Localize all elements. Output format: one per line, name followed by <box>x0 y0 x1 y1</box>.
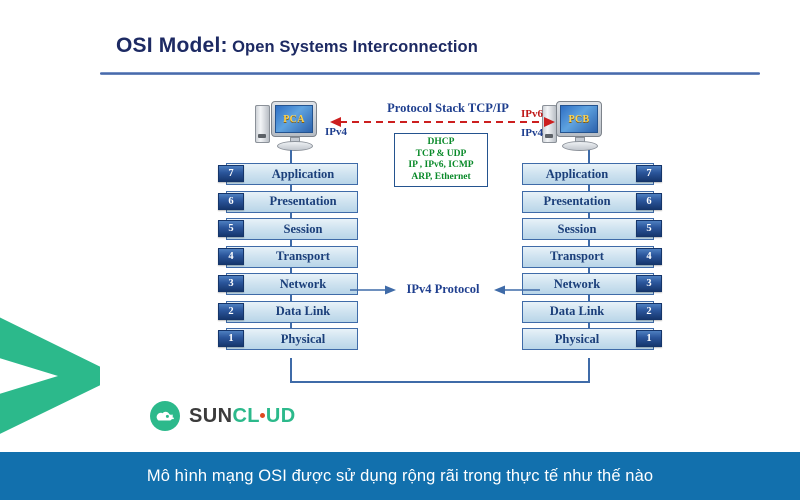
osi-layer-label: Transport <box>550 249 604 263</box>
osi-stack-left: Application 7 Presentation 6 Session 5 T… <box>218 163 358 356</box>
pc-screen: PCA <box>275 105 313 133</box>
osi-layer-label: Presentation <box>543 194 611 208</box>
osi-layer-number: 5 <box>218 220 244 237</box>
protocol-stack-arrow-icon <box>330 115 555 129</box>
osi-layer-row[interactable]: Physical 1 <box>218 328 358 350</box>
page-title: OSI Model: Open Systems Interconnection <box>116 34 478 58</box>
osi-layer-row[interactable]: Presentation 6 <box>522 190 662 213</box>
osi-layer-row[interactable]: Presentation 6 <box>218 190 358 213</box>
title-divider <box>100 72 760 75</box>
cloud-mark-icon <box>150 401 180 431</box>
osi-layer-number: 1 <box>218 330 244 347</box>
logo-text-cl: CL <box>232 404 260 427</box>
osi-layer-row[interactable]: Transport 4 <box>218 245 358 268</box>
osi-layer-number: 7 <box>218 165 244 182</box>
osi-layer-row[interactable]: Network 3 <box>522 273 662 295</box>
osi-layer-number: 2 <box>218 302 244 320</box>
connector-physical-right <box>588 358 590 383</box>
osi-layer-label: Application <box>545 166 609 181</box>
osi-layer-number: 2 <box>636 302 662 320</box>
osi-layer-label: Data Link <box>549 304 605 318</box>
osi-layer-label: Data Link <box>275 304 331 318</box>
osi-layer-row[interactable]: Data Link 2 <box>522 300 662 323</box>
pc-monitor-icon: PCB <box>556 101 602 137</box>
osi-layer-number: 3 <box>636 275 662 292</box>
protocol-entry: ARP, Ethernet <box>411 171 471 182</box>
osi-layer-label: Session <box>283 221 323 236</box>
osi-stack-right: Application 7 Presentation 6 Session 5 T… <box>522 163 662 356</box>
suncloud-logo: SUNCL UD <box>150 400 296 432</box>
suncloud-logo-text: SUNCL UD <box>189 405 296 428</box>
osi-layer-row[interactable]: Physical 1 <box>522 328 662 350</box>
osi-layer-number: 6 <box>636 192 662 210</box>
logo-dot-icon <box>260 412 266 418</box>
page-title-main: OSI Model: <box>116 34 228 57</box>
connector-physical-left <box>290 358 292 383</box>
ipv4-protocol-label: IPv4 Protocol <box>406 282 480 296</box>
osi-diagram-panel: OSI Model: Open Systems Interconnection <box>100 6 790 386</box>
pc-tower-icon <box>255 105 270 143</box>
pc-monitor-icon: PCA <box>271 101 317 137</box>
caption-text: Mô hình mạng OSI được sử dụng rộng rãi t… <box>146 466 654 485</box>
osi-layer-number: 4 <box>218 247 244 265</box>
osi-layer-number: 5 <box>636 220 662 237</box>
osi-layer-row[interactable]: Network 3 <box>218 273 358 295</box>
osi-layer-row[interactable]: Application 7 <box>522 163 662 185</box>
osi-layer-label: Physical <box>280 331 326 346</box>
osi-layer-number: 4 <box>636 247 662 265</box>
logo-text-ud: UD <box>265 404 296 427</box>
connector-physical-bottom <box>290 381 590 383</box>
osi-layer-number: 3 <box>218 275 244 292</box>
protocol-entry: DHCP <box>427 137 455 147</box>
pc-stand-icon <box>562 137 598 151</box>
osi-layer-label: Presentation <box>269 194 337 208</box>
osi-layer-number: 1 <box>636 330 662 347</box>
pc-stand-icon <box>277 137 313 151</box>
osi-layer-row[interactable]: Session 5 <box>218 218 358 240</box>
logo-text-sun: SUN <box>189 404 233 427</box>
osi-layer-label: Physical <box>554 331 600 346</box>
pc-screen: PCB <box>560 105 598 133</box>
pc-label-left: PCA <box>283 113 305 125</box>
osi-layer-number: 7 <box>636 165 662 182</box>
osi-layer-number: 6 <box>218 192 244 210</box>
osi-layer-label: Transport <box>276 249 330 263</box>
osi-layer-label: Network <box>279 276 327 291</box>
osi-layer-row[interactable]: Session 5 <box>522 218 662 240</box>
slide-canvas: OSI Model: Open Systems Interconnection … <box>0 0 800 500</box>
computer-pca: PCA <box>255 101 327 153</box>
osi-layer-row[interactable]: Application 7 <box>218 163 358 185</box>
caption-bar: Mô hình mạng OSI được sử dụng rộng rãi t… <box>0 452 800 500</box>
protocol-entry: IP , IPv6, ICMP <box>408 160 474 170</box>
osi-layer-label: Session <box>557 221 597 236</box>
protocol-stack-label: Protocol Stack TCP/IP <box>387 101 509 115</box>
osi-layer-label: Network <box>553 276 601 291</box>
page-title-sub: Open Systems Interconnection <box>232 38 478 56</box>
protocol-stack-box: DHCP TCP & UDP IP , IPv6, ICMP ARP, Ethe… <box>394 133 488 187</box>
osi-layer-row[interactable]: Transport 4 <box>522 245 662 268</box>
osi-layer-row[interactable]: Data Link 2 <box>218 300 358 323</box>
pc-label-right: PCB <box>568 113 590 125</box>
osi-layer-label: Application <box>271 166 335 181</box>
protocol-entry: TCP & UDP <box>415 148 467 159</box>
